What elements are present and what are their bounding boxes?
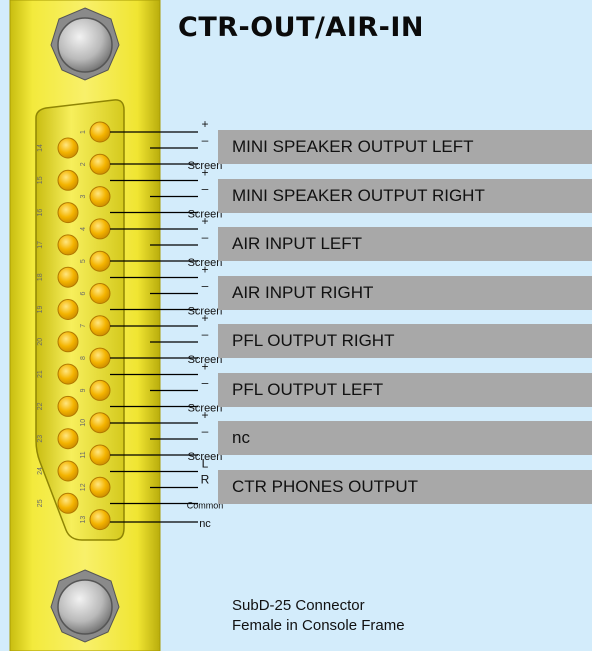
pin-number-18: 18 (37, 273, 44, 281)
pin-number-7: 7 (80, 324, 87, 328)
pin-18 (57, 266, 79, 288)
signal-0-plus-label: + (201, 117, 208, 131)
signal-3-minus-label: – (202, 279, 209, 293)
signal-4-plus-label: + (201, 311, 208, 325)
pin-number-11: 11 (80, 451, 87, 458)
signal-2-plus-label: + (201, 214, 208, 228)
pin-6 (89, 283, 111, 304)
connector-type: SubD-25 Connector (232, 597, 365, 614)
signal-name: AIR INPUT RIGHT (232, 282, 374, 302)
signal-bar: MINI SPEAKER OUTPUT RIGHT (218, 178, 592, 213)
signal-name: CTR PHONES OUTPUT (232, 476, 419, 496)
top-screw-icon (50, 7, 120, 81)
pin-23 (57, 428, 79, 450)
pin-13-nc-label: nc (199, 518, 211, 530)
signal-name: MINI SPEAKER OUTPUT RIGHT (232, 185, 485, 205)
pin-14 (57, 137, 79, 159)
signal-1-minus-label: – (202, 182, 209, 196)
pin-number-3: 3 (80, 195, 87, 199)
pin-7 (89, 315, 111, 337)
bottom-screw-icon (50, 569, 120, 643)
pin-20 (57, 331, 79, 353)
pin-2 (89, 153, 111, 175)
pin-number-19: 19 (37, 306, 44, 314)
signal-name: PFL OUTPUT LEFT (232, 379, 384, 399)
signal-1-plus-label: + (201, 166, 208, 180)
pin-number-21: 21 (37, 370, 44, 378)
signal-7-plus-label: L (202, 457, 209, 471)
pin-number-16: 16 (37, 209, 44, 217)
connector-mounting: Female in Console Frame (232, 617, 405, 634)
pin-number-6: 6 (80, 291, 87, 295)
pin-number-17: 17 (37, 241, 44, 249)
pin-number-22: 22 (37, 402, 44, 410)
pin-number-8: 8 (80, 356, 87, 360)
signal-name: nc (232, 428, 250, 447)
pin-22 (57, 395, 79, 417)
pin-number-1: 1 (80, 130, 87, 134)
signal-0-minus-label: – (202, 133, 209, 147)
pin-number-9: 9 (80, 388, 87, 392)
pin-number-12: 12 (80, 483, 87, 491)
pin-number-20: 20 (37, 338, 44, 346)
signal-bar: AIR INPUT RIGHT (218, 275, 592, 310)
pin-3 (89, 186, 111, 208)
signal-6-plus-label: + (201, 408, 208, 422)
signal-bar: MINI SPEAKER OUTPUT LEFT (218, 130, 592, 164)
pin-9 (89, 379, 111, 401)
pin-number-15: 15 (37, 176, 44, 184)
pin-number-25: 25 (37, 499, 44, 507)
pin-8 (89, 347, 111, 369)
pin-10 (89, 412, 111, 434)
pin-number-2: 2 (80, 162, 87, 166)
pin-21 (57, 363, 79, 385)
signal-bar: CTR PHONES OUTPUT (218, 469, 592, 504)
signal-4-minus-label: – (202, 327, 209, 341)
pin-number-4: 4 (80, 227, 87, 231)
pin-12 (89, 476, 111, 498)
signal-6-minus-label: – (202, 424, 209, 438)
signal-bar: PFL OUTPUT LEFT (218, 372, 592, 407)
pin-13 (89, 509, 111, 531)
signal-7-minus-label: R (201, 473, 210, 487)
pin-19 (57, 299, 79, 320)
signal-5-minus-label: – (202, 376, 209, 390)
connector-note: SubD-25 Connector Female in Console Fram… (232, 596, 405, 636)
signal-2-minus-label: – (202, 230, 209, 244)
pin-number-14: 14 (37, 144, 44, 152)
pin-15 (57, 169, 79, 191)
pin-25 (57, 492, 79, 514)
pin-16 (57, 202, 79, 224)
pin-17 (57, 234, 79, 256)
pin-number-24: 24 (37, 467, 44, 475)
signal-3-plus-label: + (201, 263, 208, 277)
signal-name: PFL OUTPUT RIGHT (232, 331, 395, 350)
pin-number-23: 23 (37, 435, 44, 443)
pin-4 (89, 218, 111, 240)
pin-5 (89, 250, 111, 272)
pin-1 (89, 121, 111, 143)
signal-name: MINI SPEAKER OUTPUT LEFT (232, 137, 474, 156)
pin-number-13: 13 (80, 516, 87, 524)
signal-name: AIR INPUT LEFT (232, 234, 363, 253)
page-title: CTR-OUT/AIR-IN (178, 12, 424, 43)
signal-bar: nc (218, 421, 592, 455)
signal-bar: AIR INPUT LEFT (218, 227, 592, 261)
pin-number-5: 5 (80, 259, 87, 263)
signal-5-plus-label: + (201, 360, 208, 374)
pin-11 (89, 444, 111, 466)
pin-number-10: 10 (80, 419, 87, 427)
pin-24 (57, 460, 79, 482)
signal-bar: PFL OUTPUT RIGHT (218, 324, 592, 358)
